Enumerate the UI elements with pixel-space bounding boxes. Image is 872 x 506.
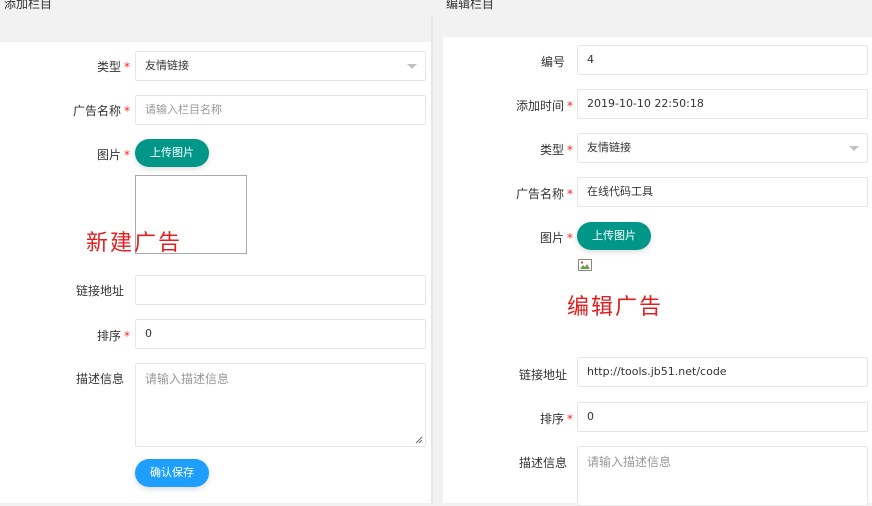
upload-image-button[interactable]: 上传图片 — [135, 139, 209, 167]
link-input[interactable] — [135, 275, 426, 305]
id-label-text: 编号 — [540, 55, 565, 69]
added-time-field[interactable]: 2019-10-10 22:50:18 — [577, 89, 868, 119]
ad-name-input[interactable]: 在线代码工具 — [577, 177, 868, 207]
ad-name-label-text: 广告名称 — [72, 104, 121, 118]
image-label: 图片 * — [533, 229, 573, 246]
description-textarea[interactable]: 请输入描述信息 — [135, 363, 426, 447]
link-input[interactable]: http://tools.jb51.net/code — [577, 357, 868, 387]
description-placeholder: 请输入描述信息 — [587, 455, 672, 469]
type-select-value: 友情链接 — [145, 59, 189, 72]
link-label: 链接地址 — [483, 366, 567, 383]
link-label-text: 链接地址 — [518, 368, 567, 382]
type-label: 类型 * — [60, 58, 130, 75]
sort-label: 排序 * — [503, 410, 573, 427]
link-label-text: 链接地址 — [75, 284, 124, 298]
watermark-new-ad: 新建广告 — [86, 231, 183, 256]
required-mark: * — [567, 412, 573, 426]
chevron-down-icon — [407, 64, 417, 69]
added-time-label-text: 添加时间 — [515, 99, 564, 113]
required-mark: * — [124, 148, 130, 162]
watermark-edit-ad: 编辑广告 — [567, 295, 664, 320]
chevron-down-icon — [849, 146, 859, 151]
sort-label: 排序 * — [60, 327, 130, 344]
ad-name-label-text: 广告名称 — [515, 187, 564, 201]
description-label-text: 描述信息 — [75, 372, 124, 386]
image-label-text: 图片 — [96, 148, 121, 162]
broken-image-icon — [578, 259, 592, 271]
id-label: 编号 — [503, 53, 565, 70]
image-label-text: 图片 — [539, 231, 564, 245]
description-placeholder: 请输入描述信息 — [145, 372, 230, 386]
resize-grip-icon[interactable] — [415, 436, 423, 444]
sort-input-value: 0 — [145, 327, 152, 340]
type-select[interactable]: 友情链接 — [135, 51, 426, 81]
sort-input[interactable]: 0 — [577, 402, 868, 432]
description-label: 描述信息 — [483, 454, 567, 471]
link-label: 链接地址 — [40, 282, 124, 299]
edit-panel: 编辑栏目 编号 4 添加时间 * 2019-10-10 22:50:18 类型 * … — [431, 0, 872, 506]
added-time-value: 2019-10-10 22:50:18 — [587, 97, 704, 110]
id-field[interactable]: 4 — [577, 45, 868, 75]
type-select[interactable]: 友情链接 — [577, 133, 868, 163]
type-label-text: 类型 — [96, 60, 121, 74]
link-input-value: http://tools.jb51.net/code — [587, 365, 727, 378]
id-field-value: 4 — [587, 53, 594, 66]
required-mark: * — [567, 99, 573, 113]
ad-name-label: 广告名称 * — [40, 102, 130, 119]
description-label: 描述信息 — [40, 370, 124, 387]
ad-name-label: 广告名称 * — [483, 185, 573, 202]
description-textarea[interactable]: 请输入描述信息 — [577, 446, 868, 506]
added-time-label: 添加时间 * — [483, 97, 573, 114]
sort-label-text: 排序 — [539, 412, 564, 426]
required-mark: * — [567, 143, 573, 157]
sort-label-text: 排序 — [96, 329, 121, 343]
type-label: 类型 * — [503, 141, 573, 158]
image-label: 图片 * — [90, 146, 130, 163]
type-select-value: 友情链接 — [587, 141, 631, 154]
ad-name-placeholder: 请输入栏目名称 — [145, 103, 222, 116]
ad-name-value: 在线代码工具 — [587, 185, 653, 198]
add-form: 类型 * 友情链接 广告名称 * 请输入栏目名称 图片 * 上传图片 新建广告 链接地… — [0, 42, 431, 503]
type-label-text: 类型 — [539, 143, 564, 157]
edit-form: 编号 4 添加时间 * 2019-10-10 22:50:18 类型 * 友情链接 … — [443, 37, 872, 506]
edit-panel-title: 编辑栏目 — [431, 0, 872, 16]
required-mark: * — [124, 60, 130, 74]
add-panel-title: 添加栏目 — [0, 0, 431, 16]
required-mark: * — [567, 231, 573, 245]
confirm-save-button[interactable]: 确认保存 — [135, 459, 209, 487]
add-panel: 添加栏目 类型 * 友情链接 广告名称 * 请输入栏目名称 图片 * 上传图片 新建广… — [0, 0, 431, 503]
description-label-text: 描述信息 — [518, 456, 567, 470]
sort-input[interactable]: 0 — [135, 319, 426, 349]
required-mark: * — [124, 104, 130, 118]
sort-input-value: 0 — [587, 410, 594, 423]
required-mark: * — [124, 329, 130, 343]
ad-name-input[interactable]: 请输入栏目名称 — [135, 95, 426, 125]
required-mark: * — [567, 187, 573, 201]
upload-image-button[interactable]: 上传图片 — [577, 222, 651, 250]
